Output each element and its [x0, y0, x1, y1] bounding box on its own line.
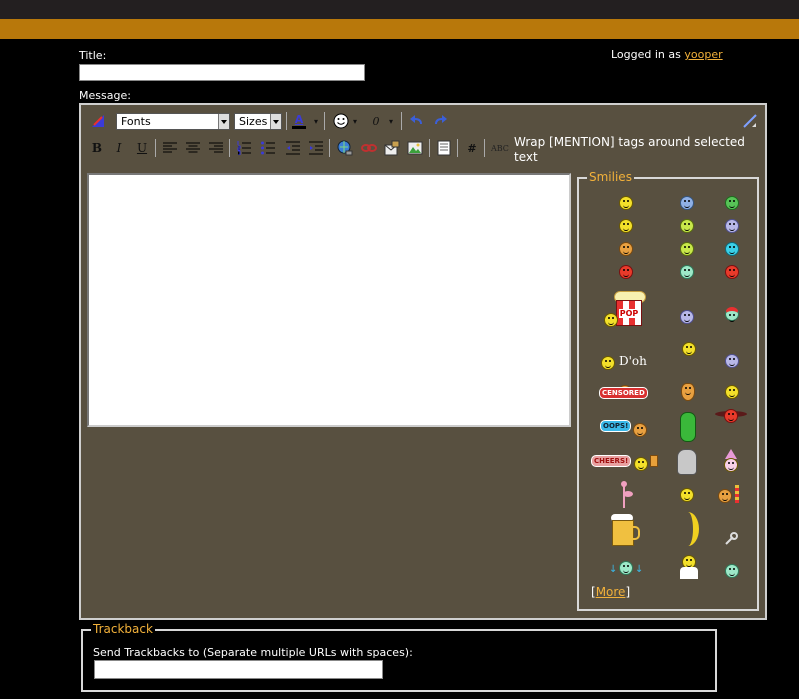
indent-icon[interactable] — [307, 139, 325, 157]
more-smilies: [More] — [591, 585, 631, 599]
frown-icon[interactable] — [680, 196, 694, 210]
text-color-dropdown-icon[interactable]: ▾ — [314, 117, 318, 126]
punching-icon[interactable] — [718, 485, 744, 503]
size-select[interactable]: Sizes — [234, 113, 282, 130]
tongue-icon[interactable] — [680, 219, 694, 233]
trackback-section: Trackback Send Trackbacks to (Separate m… — [81, 622, 717, 692]
smile-icon[interactable] — [619, 196, 633, 210]
size-select-value: Sizes — [239, 115, 268, 128]
arrows-smiley-icon[interactable]: ↓ ↓ — [609, 561, 643, 577]
more-smilies-link[interactable]: More — [596, 585, 626, 599]
login-status: Logged in as yooper — [611, 48, 723, 61]
oops-icon[interactable]: OOPS! — [600, 419, 652, 437]
smiley-picker-icon[interactable] — [332, 112, 350, 130]
text-color-letter: A — [294, 112, 304, 126]
message-textarea[interactable] — [87, 173, 571, 427]
beer-icon[interactable] — [611, 514, 640, 546]
orange-banner — [0, 19, 799, 39]
mad-icon[interactable] — [619, 265, 633, 279]
wizard-icon[interactable] — [723, 449, 739, 473]
spellcheck-icon[interactable]: ABC — [491, 144, 509, 153]
censored-label: CENSORED — [599, 387, 648, 399]
insert-link-icon[interactable] — [336, 139, 354, 157]
insert-email-icon[interactable] — [383, 139, 401, 157]
oops-label: OOPS! — [600, 420, 632, 432]
thinking-icon[interactable] — [680, 488, 694, 502]
hash-icon[interactable]: # — [463, 139, 481, 157]
align-right-icon[interactable] — [207, 139, 225, 157]
scared-icon[interactable] — [680, 310, 694, 324]
remove-format-icon[interactable] — [89, 112, 107, 130]
text-color-icon[interactable]: A — [290, 112, 308, 130]
quote-icon[interactable] — [435, 139, 453, 157]
undo-icon[interactable] — [408, 112, 426, 130]
align-left-icon[interactable] — [161, 139, 179, 157]
italic-button[interactable]: I — [110, 139, 128, 157]
rolleyes-icon[interactable] — [680, 242, 694, 256]
top-bar — [0, 0, 799, 19]
wink-icon[interactable] — [619, 219, 633, 233]
underline-button[interactable]: U — [133, 139, 151, 157]
pickle-icon[interactable] — [680, 412, 696, 442]
trackback-label: Send Trackbacks to (Separate multiple UR… — [93, 646, 413, 659]
popcorn-label: POP — [618, 308, 640, 318]
banana-icon[interactable] — [677, 512, 699, 546]
font-select-value: Fonts — [121, 115, 151, 128]
chef-icon[interactable] — [680, 555, 698, 579]
sick-icon[interactable] — [725, 196, 739, 210]
flamingo-icon[interactable] — [619, 481, 633, 509]
censored-icon[interactable]: CENSORED — [599, 385, 651, 399]
shocked-icon[interactable] — [725, 564, 739, 578]
redface-icon[interactable] — [619, 242, 633, 256]
font-select[interactable]: Fonts — [116, 113, 230, 130]
mention-hint: Wrap [MENTION] tags around selected text — [514, 135, 745, 164]
grin-icon[interactable] — [680, 265, 694, 279]
confused-icon[interactable] — [725, 385, 739, 399]
alien-icon[interactable] — [681, 383, 695, 401]
smilies-panel: Smilies POP D'oh CENSORED OOPS! CHEERS! … — [577, 170, 759, 611]
insert-image-icon[interactable] — [406, 139, 424, 157]
ordered-list-icon[interactable] — [235, 139, 253, 157]
align-center-icon[interactable] — [184, 139, 202, 157]
hat-icon[interactable] — [725, 307, 739, 322]
shifty-icon[interactable] — [682, 342, 696, 356]
message-editor: Fonts Sizes A ▾ ▾ 0 ▾ B I U # ABC Wrap [… — [79, 103, 767, 620]
logged-in-prefix: Logged in as — [611, 48, 681, 61]
attachment-icon[interactable]: 0 — [367, 112, 385, 130]
laugh-icon[interactable] — [725, 219, 739, 233]
angry-icon[interactable] — [725, 265, 739, 279]
doh-icon[interactable]: D'oh — [601, 354, 651, 370]
username-link[interactable]: yooper — [684, 48, 722, 61]
trackback-legend: Trackback — [91, 622, 155, 636]
wrench-icon[interactable] — [723, 531, 739, 547]
cheers-label: CHEERS! — [591, 455, 632, 467]
unordered-list-icon[interactable] — [259, 139, 277, 157]
cheers-icon[interactable]: CHEERS! — [591, 455, 661, 471]
smilies-legend: Smilies — [587, 170, 634, 184]
trackback-input[interactable] — [94, 660, 383, 679]
message-label: Message: — [79, 89, 131, 102]
popcorn-icon[interactable]: POP — [604, 291, 648, 331]
title-input[interactable] — [79, 64, 365, 81]
bold-button[interactable]: B — [88, 139, 106, 157]
redo-icon[interactable] — [431, 112, 449, 130]
doh-label: D'oh — [619, 354, 647, 368]
remove-link-icon[interactable] — [360, 139, 378, 157]
old-man-icon[interactable] — [677, 449, 697, 475]
smiley-dropdown-icon[interactable]: ▾ — [353, 117, 357, 126]
outdent-icon[interactable] — [284, 139, 302, 157]
switch-editor-mode-icon[interactable] — [741, 112, 759, 130]
attachment-dropdown-icon[interactable]: ▾ — [389, 117, 393, 126]
idea-icon[interactable] — [725, 354, 739, 368]
cool-icon[interactable] — [725, 242, 739, 256]
title-label: Title: — [79, 49, 107, 62]
bat-icon[interactable] — [715, 409, 747, 423]
